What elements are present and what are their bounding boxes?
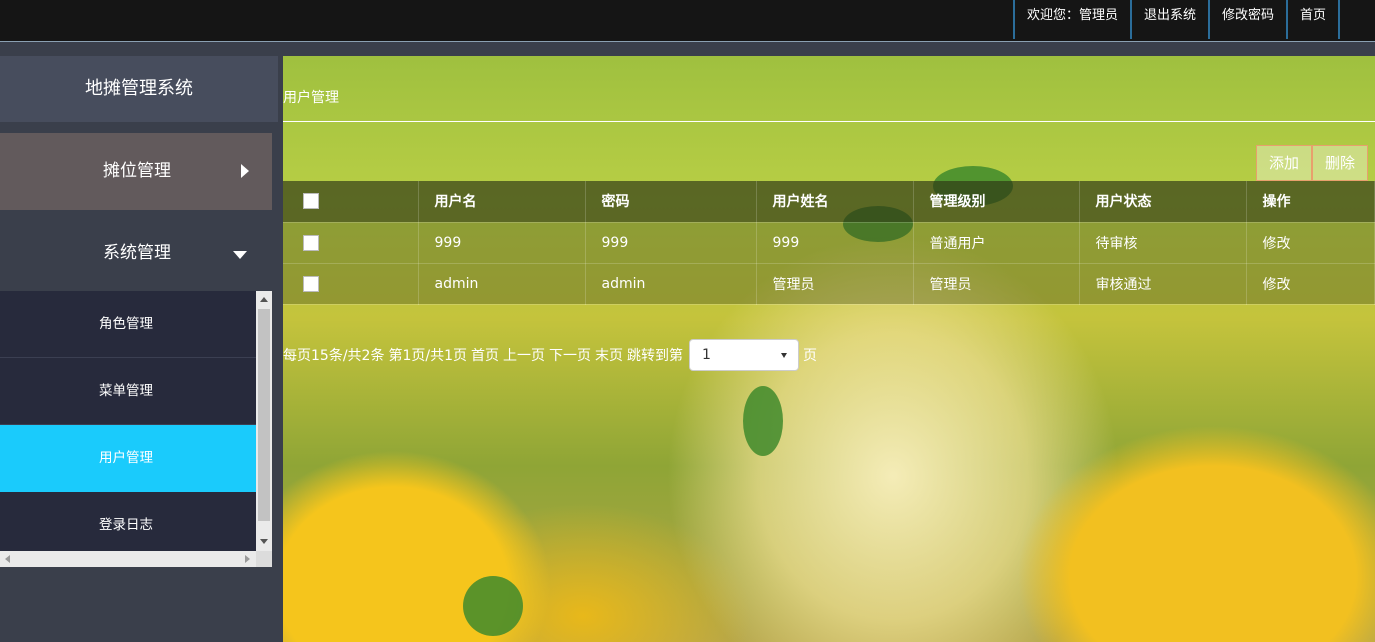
first-page-link[interactable]: 首页 [471, 345, 499, 365]
cell-user-status: 待审核 [1079, 222, 1247, 264]
mint-leaf-decoration [743, 386, 783, 456]
table-row: admin admin 管理员 管理员 审核通过 修改 [283, 263, 1375, 305]
dropdown-caret-icon [780, 353, 787, 358]
submenu-item-users[interactable]: 用户管理 [0, 425, 256, 492]
last-page-link[interactable]: 末页 [595, 345, 623, 365]
header-admin-level: 管理级别 [913, 181, 1080, 223]
row-checkbox[interactable] [303, 234, 319, 251]
delete-button[interactable]: 删除 [1312, 145, 1369, 181]
header-user-status: 用户状态 [1079, 181, 1247, 223]
cell-user-status: 审核通过 [1079, 263, 1247, 305]
prev-page-link[interactable]: 上一页 [503, 345, 545, 365]
add-button[interactable]: 添加 [1256, 145, 1313, 181]
row-checkbox[interactable] [303, 275, 319, 292]
scrollbar-corner [256, 551, 272, 567]
header-real-name: 用户姓名 [756, 181, 914, 223]
cell-admin-level: 普通用户 [913, 222, 1080, 264]
logout-link[interactable]: 退出系统 [1129, 0, 1208, 39]
page-info: 第1页/共1页 [388, 348, 467, 364]
pagination: 每页15条/共2条 第1页/共1页 首页 上一页 下一页 末页 跳转到第 1 页 [283, 339, 821, 371]
cell-real-name: 999 [756, 222, 914, 264]
sidebar: 地摊管理系统 摊位管理 系统管理 角色管理 菜单管理 用户管理 登录日志 [0, 56, 283, 642]
users-table: 用户名 密码 用户姓名 管理级别 用户状态 操作 999 999 999 普通用… [283, 181, 1375, 305]
breadcrumb: 用户管理 [283, 90, 339, 106]
submenu-panel: 角色管理 菜单管理 用户管理 登录日志 [0, 291, 272, 567]
page-suffix-label: 页 [802, 348, 817, 364]
scroll-right-icon[interactable] [245, 555, 250, 563]
page-select[interactable]: 1 [688, 339, 799, 371]
mint-leaf-decoration [463, 576, 523, 636]
header-stripe [0, 42, 1375, 56]
menu-stall-management[interactable]: 摊位管理 [0, 133, 272, 210]
cell-password: 999 [585, 222, 757, 264]
toolbar: 添加 删除 [1256, 145, 1369, 181]
home-link[interactable]: 首页 [1285, 0, 1340, 39]
breadcrumb-divider [283, 121, 1375, 122]
cell-password: admin [585, 263, 757, 305]
menu-stall-label: 摊位管理 [103, 161, 171, 181]
header-actions: 操作 [1246, 181, 1375, 223]
welcome-user-link[interactable]: 欢迎您：管理员 [1012, 0, 1130, 39]
scroll-up-icon[interactable] [260, 297, 268, 302]
scroll-left-icon[interactable] [5, 555, 10, 563]
submenu-item-menus[interactable]: 菜单管理 [0, 358, 256, 425]
cell-username: admin [418, 263, 586, 305]
cell-admin-level: 管理员 [913, 263, 1080, 305]
submenu-item-roles[interactable]: 角色管理 [0, 291, 256, 358]
chevron-right-icon [241, 164, 249, 178]
scroll-down-icon[interactable] [260, 539, 268, 544]
vertical-scrollbar[interactable] [256, 291, 272, 551]
submenu-item-login-log[interactable]: 登录日志 [0, 492, 256, 559]
scroll-thumb[interactable] [258, 309, 270, 521]
cell-real-name: 管理员 [756, 263, 914, 305]
menu-system-management[interactable]: 系统管理 [0, 221, 272, 291]
horizontal-scrollbar[interactable] [0, 551, 256, 567]
header-username: 用户名 [418, 181, 586, 223]
header-password: 密码 [585, 181, 757, 223]
main-content: 用户管理 添加 删除 用户名 密码 用户姓名 管理级别 用户状态 操作 999 … [283, 56, 1375, 642]
page-select-value: 1 [701, 347, 711, 363]
select-all-checkbox[interactable] [303, 193, 319, 210]
per-page-info: 每页15条/共2条 [283, 348, 385, 364]
edit-link[interactable]: 修改 [1246, 263, 1375, 305]
menu-system-label: 系统管理 [103, 243, 171, 263]
change-password-link[interactable]: 修改密码 [1207, 0, 1286, 39]
edit-link[interactable]: 修改 [1246, 222, 1375, 264]
top-links: 欢迎您：管理员 退出系统 修改密码 首页 [1012, 0, 1340, 39]
table-header-row: 用户名 密码 用户姓名 管理级别 用户状态 操作 [283, 181, 1375, 223]
table-row: 999 999 999 普通用户 待审核 修改 [283, 222, 1375, 264]
next-page-link[interactable]: 下一页 [549, 345, 591, 365]
system-title: 地摊管理系统 [0, 56, 278, 122]
jump-to-label: 跳转到第 [626, 348, 683, 364]
cell-username: 999 [418, 222, 586, 264]
top-bar: 欢迎您：管理员 退出系统 修改密码 首页 [0, 0, 1375, 42]
chevron-down-icon [233, 251, 247, 259]
